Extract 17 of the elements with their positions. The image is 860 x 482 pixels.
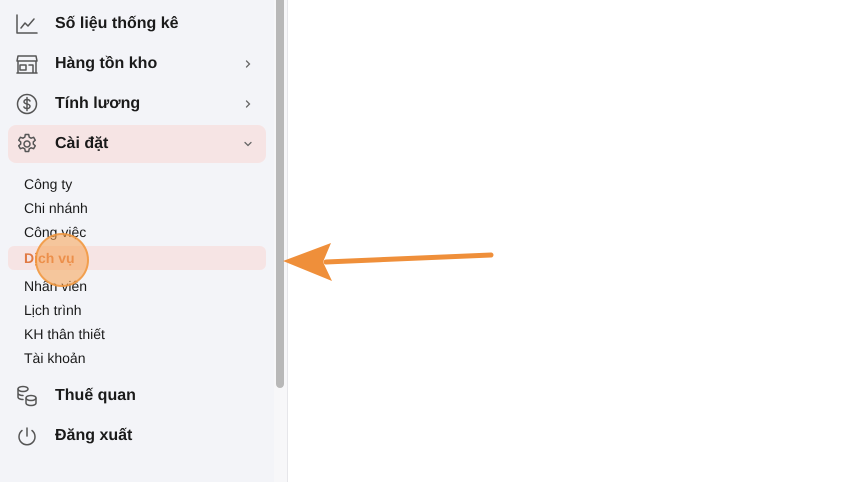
submenu-item[interactable]: Công ty [8, 172, 266, 196]
submenu-item[interactable]: Nhân viên [8, 274, 266, 298]
submenu-item[interactable]: Tài khoản [8, 346, 266, 370]
menu-item[interactable]: Đăng xuất [8, 417, 266, 455]
submenu-item[interactable]: Chi nhánh [8, 196, 266, 220]
submenu-item[interactable]: Lịch trình [8, 298, 266, 322]
menu-item[interactable]: Tính lương [8, 85, 266, 123]
chart-icon [15, 12, 39, 36]
dollar-icon [15, 92, 39, 116]
submenu-item[interactable]: KH thân thiết [8, 322, 266, 346]
menu-item[interactable]: Cài đặt [8, 125, 266, 163]
menu-item[interactable]: Thuế quan [8, 377, 266, 415]
menu-item[interactable]: Hàng tồn kho [8, 45, 266, 83]
submenu-item[interactable]: Công việc [8, 220, 266, 244]
scrollbar-thumb[interactable] [276, 0, 284, 388]
coins-icon [15, 384, 39, 408]
menu-item[interactable]: Số liệu thống kê [8, 5, 266, 43]
